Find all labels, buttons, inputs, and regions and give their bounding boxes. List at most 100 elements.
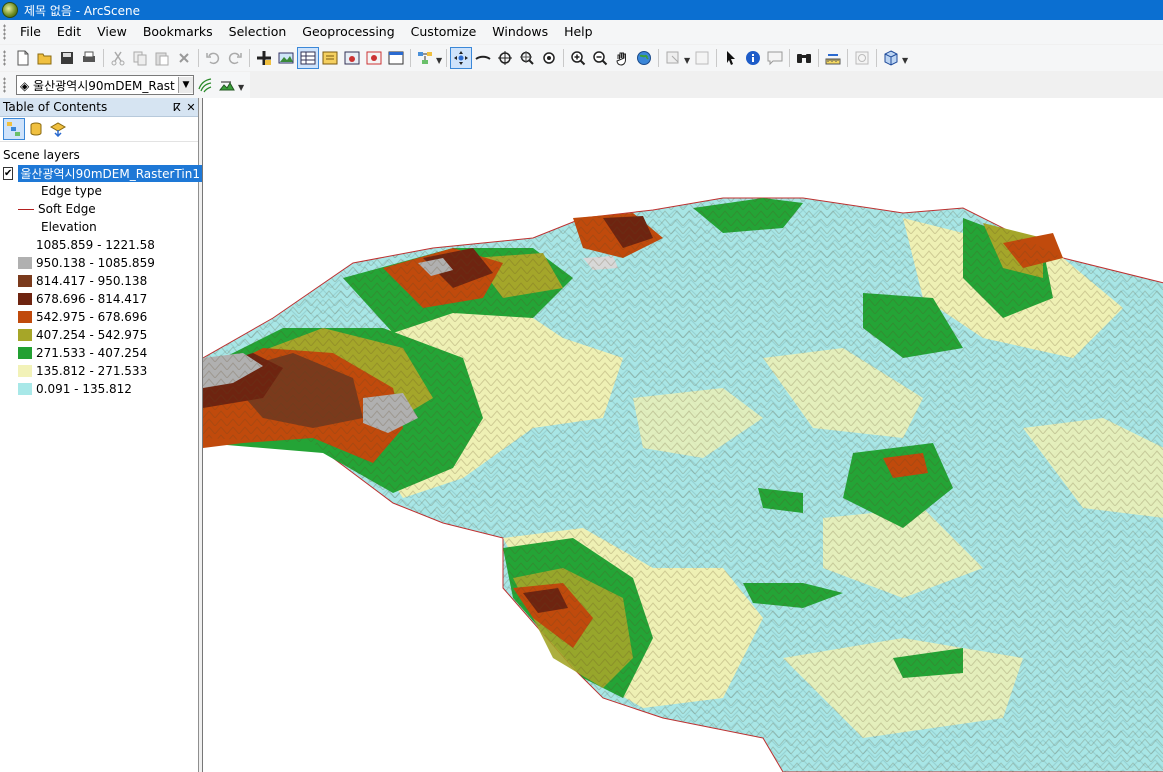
toolbar-separator: [563, 49, 564, 67]
html-popup-icon[interactable]: [765, 48, 785, 68]
toolbar-grip-handle[interactable]: [3, 50, 6, 66]
toolbar-overflow-arrow-2[interactable]: ▼: [902, 49, 909, 67]
elevation-class-label: 814.417 - 950.138: [36, 274, 148, 288]
add-layer-icon[interactable]: [276, 48, 296, 68]
scene-layers-label: Scene layers: [3, 148, 80, 162]
menu-customize[interactable]: Customize: [403, 20, 485, 44]
undo-icon[interactable]: [203, 48, 223, 68]
delete-icon[interactable]: [174, 48, 194, 68]
time-slider-icon[interactable]: [852, 48, 872, 68]
full-extent-icon[interactable]: [634, 48, 654, 68]
chevron-down-icon[interactable]: ▼: [178, 77, 193, 93]
elevation-class-item[interactable]: 542.975 - 678.696: [0, 308, 198, 326]
table-icon[interactable]: [297, 47, 319, 69]
menu-file[interactable]: File: [12, 20, 49, 44]
menu-help[interactable]: Help: [556, 20, 601, 44]
layer-entry[interactable]: ✔ 울산광역시90mDEM_RasterTin1: [0, 164, 202, 182]
list-by-drawing-order-icon[interactable]: [3, 118, 25, 140]
redo-icon[interactable]: [225, 48, 245, 68]
menu-bookmarks[interactable]: Bookmarks: [135, 20, 221, 44]
3d-analyst-toolbar: ◈ 울산광역시90mDEM_Rast ▼ ▼: [0, 72, 250, 98]
select-dropdown-arrow[interactable]: ▼: [684, 49, 691, 67]
toolbar-separator: [103, 49, 104, 67]
elevation-class-item[interactable]: 950.138 - 1085.859: [0, 254, 198, 272]
fly-icon[interactable]: [473, 48, 493, 68]
menu-edit[interactable]: Edit: [49, 20, 89, 44]
menu-selection[interactable]: Selection: [221, 20, 295, 44]
zoom-out-icon[interactable]: [590, 48, 610, 68]
elevation-class-item[interactable]: 678.696 - 814.417: [0, 290, 198, 308]
elevation-class-label: 0.091 - 135.812: [36, 382, 132, 396]
layer-name-label[interactable]: 울산광역시90mDEM_RasterTin1: [18, 164, 202, 182]
scene-layers-group[interactable]: Scene layers: [0, 146, 198, 164]
measure-icon[interactable]: [823, 48, 843, 68]
save-icon[interactable]: [57, 48, 77, 68]
new-icon[interactable]: [13, 48, 33, 68]
zoom-in-icon[interactable]: [568, 48, 588, 68]
toolbar-grip-handle-2[interactable]: [3, 77, 6, 93]
layer-select[interactable]: ◈ 울산광역시90mDEM_Rast ▼: [16, 75, 194, 95]
menu-geoprocessing[interactable]: Geoprocessing: [294, 20, 402, 44]
layer-properties-icon[interactable]: [342, 48, 362, 68]
toolbar-separator: [658, 49, 659, 67]
3d-effects-icon[interactable]: [881, 48, 901, 68]
copy-icon[interactable]: [130, 48, 150, 68]
add-data-icon[interactable]: [254, 48, 274, 68]
elevation-class-swatch: [18, 329, 32, 341]
scene-view[interactable]: [202, 98, 1163, 772]
toggle-icon[interactable]: [386, 48, 406, 68]
elevation-class-label: 1085.859 - 1221.58: [36, 238, 155, 252]
menu-windows[interactable]: Windows: [484, 20, 556, 44]
clear-select-icon[interactable]: [692, 48, 712, 68]
print-icon[interactable]: [79, 48, 99, 68]
toolbar-separator: [818, 49, 819, 67]
list-by-source-icon[interactable]: [26, 119, 46, 139]
select-features-icon[interactable]: [663, 48, 683, 68]
elevation-class-item[interactable]: 1085.859 - 1221.58: [0, 236, 198, 254]
center-target-icon[interactable]: [495, 48, 515, 68]
open-icon[interactable]: [35, 48, 55, 68]
paste-icon[interactable]: [152, 48, 172, 68]
close-icon[interactable]: ✕: [184, 101, 198, 114]
elevation-legend: 1085.859 - 1221.58 950.138 - 1085.859 814.…: [0, 236, 198, 398]
navigate-icon[interactable]: [450, 47, 472, 69]
toolbar-overflow-arrow[interactable]: ▼: [436, 49, 443, 67]
toolbar-overflow-arrow-3[interactable]: ▼: [238, 76, 245, 94]
elevation-class-item[interactable]: 271.533 - 407.254: [0, 344, 198, 362]
set-observer-icon[interactable]: [539, 48, 559, 68]
animation-icon[interactable]: [320, 48, 340, 68]
elevation-class-item[interactable]: 407.254 - 542.975: [0, 326, 198, 344]
elevation-class-label: 542.975 - 678.696: [36, 310, 148, 324]
layer-visibility-checkbox[interactable]: ✔: [3, 166, 14, 180]
elevation-class-item[interactable]: 814.417 - 950.138: [0, 272, 198, 290]
select-elements-icon[interactable]: [721, 48, 741, 68]
toolbar-separator: [446, 49, 447, 67]
profile-graph-icon[interactable]: [217, 75, 237, 95]
elevation-class-label: 407.254 - 542.975: [36, 328, 148, 342]
toc-header: Table of Contents ⴽ ✕: [0, 98, 198, 117]
toc-tree: Scene layers ✔ 울산광역시90mDEM_RasterTin1 Ed…: [0, 142, 202, 398]
menu-grip-handle[interactable]: [3, 24, 6, 40]
elevation-class-item[interactable]: 0.091 - 135.812: [0, 380, 198, 398]
cut-icon[interactable]: [108, 48, 128, 68]
title-bar: 제목 없음 - ArcScene: [0, 0, 1163, 20]
elevation-class-swatch: [18, 293, 32, 305]
list-by-visibility-icon[interactable]: [48, 119, 68, 139]
pan-icon[interactable]: [612, 48, 632, 68]
edge-type-heading: Edge type: [0, 182, 198, 200]
elevation-class-item[interactable]: 135.812 - 271.533: [0, 362, 198, 380]
scene-properties-icon[interactable]: [364, 48, 384, 68]
terrain-3d-render[interactable]: [203, 98, 1163, 772]
contour-icon[interactable]: [195, 75, 215, 95]
soft-edge-legend[interactable]: Soft Edge: [0, 200, 198, 218]
menu-view[interactable]: View: [89, 20, 135, 44]
model-builder-icon[interactable]: [415, 48, 435, 68]
elevation-class-swatch: [18, 347, 32, 359]
identify-icon[interactable]: [743, 48, 763, 68]
find-icon[interactable]: [794, 48, 814, 68]
pin-icon[interactable]: ⴽ: [170, 101, 184, 114]
elevation-class-label: 271.533 - 407.254: [36, 346, 148, 360]
layer-select-value: ◈ 울산광역시90mDEM_Rast: [20, 78, 175, 93]
zoom-target-icon[interactable]: [517, 48, 537, 68]
elevation-label: Elevation: [41, 220, 97, 234]
